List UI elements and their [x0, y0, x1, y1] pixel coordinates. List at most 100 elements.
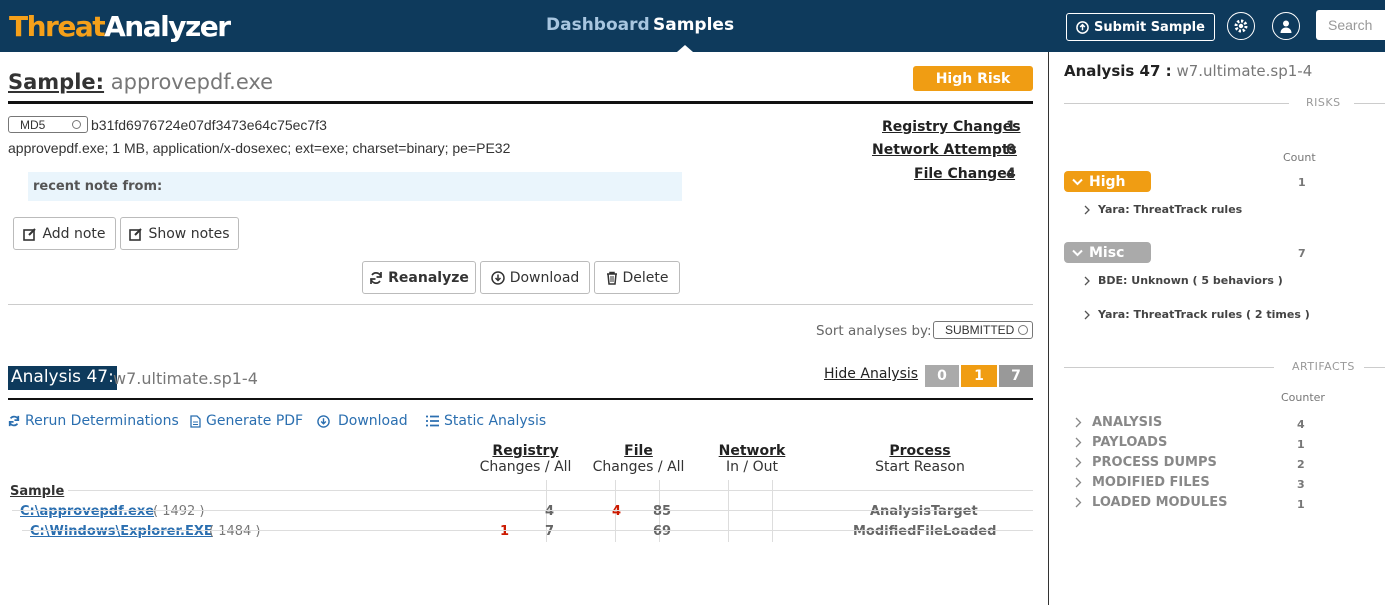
process-pid: ( 1492 ) — [153, 504, 205, 519]
analysis-divider — [8, 398, 1033, 400]
network-column-header: Network In / Out — [708, 443, 796, 475]
reanalyze-button[interactable]: Reanalyze — [362, 261, 476, 294]
artifact-process-dumps[interactable]: PROCESS DUMPS — [1075, 455, 1217, 470]
sort-select[interactable]: SUBMITTED — [933, 321, 1033, 339]
artifact-analysis[interactable]: ANALYSIS — [1075, 415, 1162, 430]
chevron-down-icon — [1072, 249, 1083, 256]
hide-analysis-link[interactable]: Hide Analysis — [824, 366, 918, 382]
download-label: Download — [509, 269, 580, 286]
risk-group-misc[interactable]: Misc — [1064, 242, 1151, 263]
network-attempts-count: 0 — [1006, 142, 1016, 158]
table-grid-line — [772, 480, 773, 542]
count-badge-misc: 7 — [999, 365, 1033, 387]
download-analysis-label: Download — [338, 413, 408, 429]
risk-item[interactable]: Yara: ThreatTrack rules — [1084, 203, 1242, 216]
process-sub: Start Reason — [875, 459, 965, 475]
registry-all-cell: 7 — [545, 524, 555, 539]
add-note-label: Add note — [42, 225, 106, 242]
artifact-label: MODIFIED FILES — [1092, 475, 1210, 490]
artifacts-header: ARTIFACTS — [1292, 360, 1355, 373]
nav-samples[interactable]: Samples — [653, 15, 734, 35]
generate-pdf-link[interactable]: Generate PDF — [190, 413, 303, 429]
logo[interactable]: ThreatAnalyzer — [9, 10, 231, 43]
sample-column-header: Sample — [10, 484, 65, 499]
process-pid: ( 1484 ) — [209, 524, 261, 539]
submit-sample-button[interactable]: Submit Sample — [1066, 13, 1215, 41]
static-analysis-link[interactable]: Static Analysis — [426, 413, 546, 429]
gear-icon — [1234, 19, 1248, 33]
network-attempts-link[interactable]: Network Attempts — [872, 142, 1017, 158]
logo-threat: Threat — [9, 10, 106, 43]
count-column-label: Count — [1283, 151, 1316, 164]
artifact-loaded-modules[interactable]: LOADED MODULES — [1075, 495, 1227, 510]
artifacts-section-header: ARTIFACTS — [1064, 360, 1385, 374]
table-grid-line — [22, 530, 1033, 531]
hash-type-value: MD5 — [20, 117, 46, 132]
analysis-sidebar: Analysis 47 : w7.ultimate.sp1-4 RISKS Co… — [1048, 52, 1385, 605]
chevron-right-icon — [1075, 477, 1082, 488]
artifact-label: PROCESS DUMPS — [1092, 455, 1217, 470]
artifact-count: 2 — [1297, 458, 1305, 471]
risk-item-label: Yara: ThreatTrack rules — [1098, 203, 1243, 216]
hash-type-select[interactable]: MD5 — [8, 116, 88, 133]
title-divider — [8, 101, 1033, 104]
risk-group-high[interactable]: High — [1064, 171, 1151, 192]
select-toggle-icon — [1018, 325, 1028, 335]
artifact-count: 4 — [1297, 418, 1305, 431]
chevron-right-icon — [1075, 437, 1082, 448]
sidebar-title-label: Analysis 47 : — [1064, 62, 1172, 80]
chevron-down-icon — [1072, 178, 1083, 185]
settings-button[interactable] — [1227, 12, 1255, 40]
file-title[interactable]: File — [624, 443, 653, 459]
registry-sub: Changes / All — [479, 459, 572, 475]
refresh-icon — [370, 271, 382, 284]
registry-column-header: Registry Changes / All — [478, 443, 573, 475]
edit-icon — [129, 227, 143, 241]
rerun-label: Rerun Determinations — [25, 413, 179, 429]
download-circle-icon — [490, 270, 505, 285]
sidebar-title-host: w7.ultimate.sp1-4 — [1176, 62, 1313, 80]
nav-dashboard[interactable]: Dashboard — [546, 15, 650, 35]
list-icon — [426, 415, 439, 427]
process-path-link[interactable]: C:\approvepdf.exe — [20, 504, 154, 519]
network-title[interactable]: Network — [719, 443, 786, 459]
process-path-link[interactable]: C:\Windows\Explorer.EXE — [30, 524, 213, 539]
main-content: Sample: approvepdf.exe High Risk MD5 b31… — [8, 52, 1033, 605]
show-notes-button[interactable]: Show notes — [120, 217, 239, 250]
generate-pdf-label: Generate PDF — [206, 413, 304, 429]
start-reason-cell: ModifiedFileLoaded — [853, 524, 997, 539]
chevron-right-icon — [1084, 205, 1090, 214]
chevron-right-icon — [1084, 276, 1090, 285]
file-column-header: File Changes / All — [591, 443, 686, 475]
table-grid-line — [728, 480, 729, 542]
risk-item[interactable]: Yara: ThreatTrack rules ( 2 times ) — [1084, 308, 1310, 321]
add-note-button[interactable]: Add note — [13, 217, 116, 250]
artifact-label: ANALYSIS — [1092, 415, 1163, 430]
search-input[interactable] — [1316, 10, 1385, 40]
download-analysis-link[interactable]: Download — [317, 413, 408, 429]
artifact-payloads[interactable]: PAYLOADS — [1075, 435, 1167, 450]
sample-name: approvepdf.exe — [110, 70, 274, 94]
registry-changes-link[interactable]: Registry Changes — [882, 119, 1021, 135]
table-grid-line — [12, 510, 1033, 511]
registry-changes-count: 1 — [1006, 119, 1016, 135]
sample-info: approvepdf.exe; 1 MB, application/x-dose… — [8, 140, 511, 156]
file-all-cell: 69 — [653, 524, 672, 539]
registry-title[interactable]: Registry — [492, 443, 558, 459]
risk-item[interactable]: BDE: Unknown ( 5 behaviors ) — [1084, 274, 1283, 287]
risks-section-header: RISKS — [1064, 96, 1385, 110]
analysis-host: w7.ultimate.sp1-4 — [113, 369, 258, 388]
rerun-determinations-link[interactable]: Rerun Determinations — [8, 413, 179, 429]
start-reason-cell: AnalysisTarget — [870, 504, 978, 519]
file-changes-cell: 4 — [612, 504, 622, 519]
risks-header: RISKS — [1306, 96, 1341, 109]
artifact-modified-files[interactable]: MODIFIED FILES — [1075, 475, 1210, 490]
delete-label: Delete — [622, 269, 669, 286]
file-sub: Changes / All — [592, 459, 685, 475]
delete-button[interactable]: Delete — [594, 261, 680, 294]
download-sample-button[interactable]: Download — [480, 261, 590, 294]
process-title[interactable]: Process — [889, 443, 950, 459]
file-changes-link[interactable]: File Changes — [914, 166, 1015, 182]
user-button[interactable] — [1272, 12, 1300, 40]
process-column-header: Process Start Reason — [860, 443, 980, 475]
